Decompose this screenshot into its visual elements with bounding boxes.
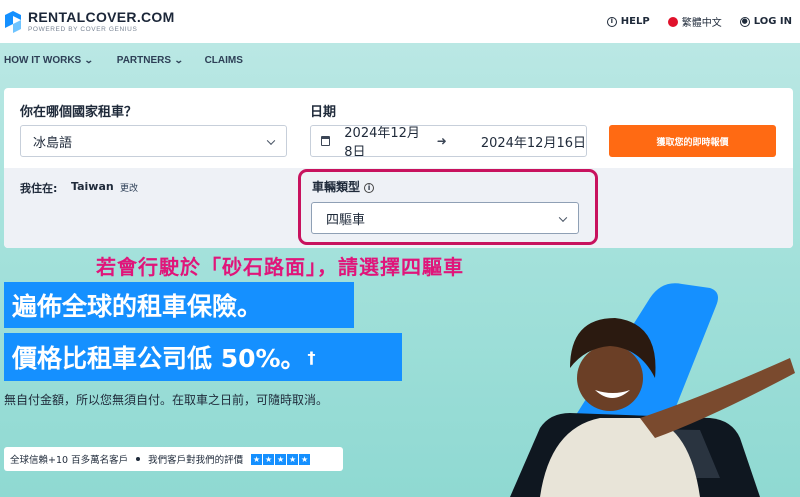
hero-headline-line2-text: 價格比租車公司低 50%。 [12, 344, 306, 373]
dates-label: 日期 [310, 105, 337, 120]
top-header: RENTALCOVER.COM POWERED BY COVER GENIUS … [0, 0, 800, 43]
info-icon: i [606, 16, 617, 27]
flag-icon [667, 16, 678, 27]
country-select[interactable]: 冰島語 [20, 125, 287, 157]
help-label: HELP [620, 16, 650, 27]
login-label: LOG IN [753, 16, 792, 27]
star-icon: ★ [275, 453, 287, 465]
star-icon: ★ [251, 453, 263, 465]
help-link[interactable]: i HELP [606, 16, 650, 27]
brand-logo-link[interactable]: RENTALCOVER.COM POWERED BY COVER GENIUS [4, 10, 175, 34]
nav-how-it-works-label: HOW IT WORKS [4, 54, 82, 66]
chevron-down-icon: ⌄ [173, 54, 184, 65]
hero-headline-line1: 遍佈全球的租車保險。 [4, 282, 354, 328]
trust-bar: 全球信賴+10 百多萬名客戶 我們客戶對我們的評價 ★ ★ ★ ★ ★ [4, 447, 343, 471]
date-range-picker[interactable]: 2024年12月8日 ➜ 2024年12月16日 [310, 125, 587, 157]
chevron-down-icon [266, 136, 276, 145]
end-date: 2024年12月16日 [480, 135, 586, 151]
get-quote-button[interactable]: 獲取您的即時報價 [609, 125, 776, 157]
brand-name: RENTALCOVER.COM [28, 8, 175, 25]
language-selector[interactable]: 繁體中文 [667, 14, 722, 29]
arrow-right-icon: ➜ [436, 134, 447, 148]
nav-partners-label: PARTNERS [116, 54, 172, 66]
hero-description: 無自付金額，所以您無須自付。在取車之日前，可隨時取消。 [4, 393, 329, 407]
annotation-text: 若會行駛於「砂石路面」，請選擇四驅車 [96, 255, 464, 279]
user-icon: ● [739, 16, 750, 27]
nav-claims-label: CLAIMS [204, 54, 243, 66]
residence-label: 我住在: [20, 182, 58, 195]
star-icon: ★ [263, 453, 275, 465]
start-date: 2024年12月8日 [344, 126, 420, 157]
trust-text: 全球信賴+10 百多萬名客戶 [10, 455, 129, 466]
star-icon: ★ [287, 453, 299, 465]
nav-claims[interactable]: CLAIMS [205, 55, 243, 66]
brand-tagline: POWERED BY COVER GENIUS [28, 25, 138, 33]
star-icon: ★ [299, 453, 311, 465]
nav-how-it-works[interactable]: HOW IT WORKS ⌄ [4, 54, 94, 66]
country-label: 你在哪個國家租車？ [20, 105, 138, 120]
country-value: 冰島語 [33, 135, 73, 151]
hero-illustration [510, 283, 795, 497]
review-text: 我們客戶對我們的評價 [148, 455, 244, 466]
dagger-mark: † [307, 347, 316, 367]
chevron-down-icon: ⌄ [84, 54, 94, 65]
residence-value: Taiwan [71, 180, 114, 193]
annotation-highlight-box [298, 169, 598, 245]
language-label: 繁體中文 [681, 18, 722, 29]
rentalcover-logo-icon [4, 10, 22, 33]
change-residence-link[interactable]: 更改 [120, 181, 138, 194]
rating-stars: ★ ★ ★ ★ ★ [251, 453, 311, 465]
secondary-nav: HOW IT WORKS ⌄ PARTNERS ⌄ CLAIMS [0, 43, 800, 77]
nav-partners[interactable]: PARTNERS ⌄ [116, 54, 184, 66]
login-link[interactable]: ● LOG IN [739, 16, 792, 27]
separator-dot [136, 457, 141, 461]
calendar-icon [321, 136, 331, 146]
hero-headline-line2: 價格比租車公司低 50%。 † [4, 333, 402, 381]
